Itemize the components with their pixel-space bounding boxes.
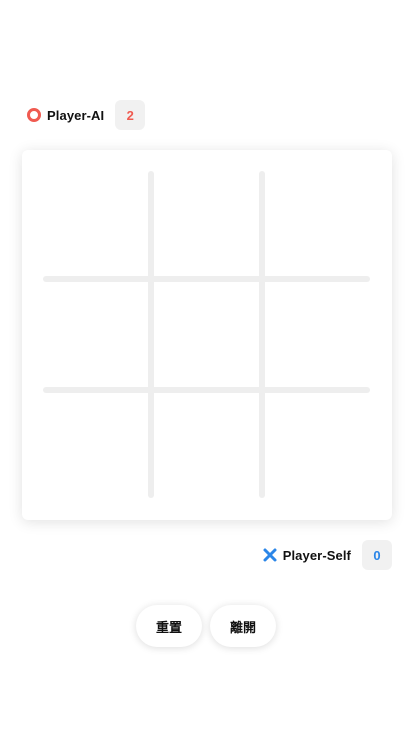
board-cell-5[interactable]	[154, 282, 262, 390]
game-board	[22, 150, 392, 520]
board-cell-8[interactable]	[154, 393, 262, 501]
board-cell-1[interactable]	[40, 168, 148, 276]
leave-button[interactable]: 離開	[210, 605, 276, 647]
reset-button[interactable]: 重置	[136, 605, 202, 647]
self-player-row: Player-Self 0	[262, 540, 392, 570]
board-cell-4[interactable]	[40, 282, 148, 390]
o-ring-icon	[26, 107, 42, 123]
opponent-player-row: Player-AI 2	[26, 100, 146, 130]
opponent-name: Player-AI	[47, 107, 105, 123]
board-cell-6[interactable]	[265, 282, 373, 390]
self-score-badge: 0	[362, 540, 392, 570]
opponent-score-badge: 2	[115, 100, 146, 130]
board-cell-3[interactable]	[265, 168, 373, 276]
board-cell-9[interactable]	[265, 393, 373, 501]
board-cell-7[interactable]	[40, 393, 148, 501]
board-cell-2[interactable]	[154, 168, 262, 276]
self-name: Player-Self	[282, 547, 351, 563]
x-mark-icon	[262, 547, 278, 563]
